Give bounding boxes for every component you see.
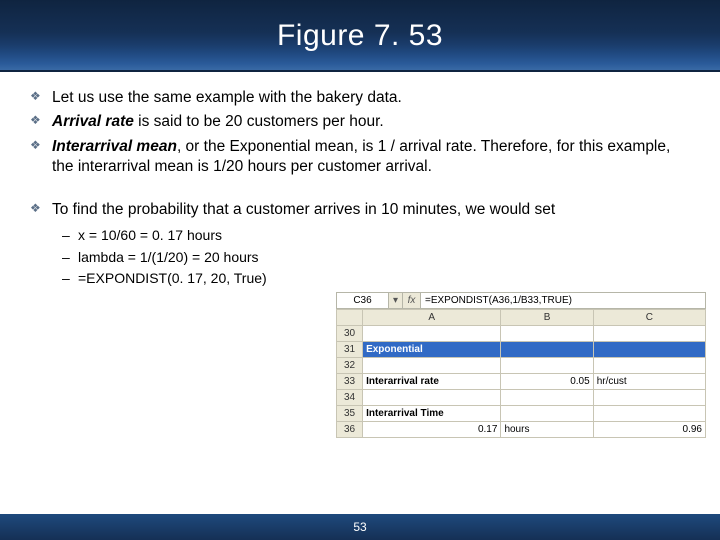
cell[interactable]: 0.05 [501,374,593,390]
row: 35 Interarrival Time [337,406,706,422]
col-header[interactable]: B [501,310,593,326]
formula-bar: C36 ▾ fx =EXPONDIST(A36,1/B33,TRUE) [336,292,706,309]
cell[interactable]: Interarrival rate [363,374,501,390]
row: 31 Exponential [337,342,706,358]
cell[interactable]: 0.96 [593,422,705,438]
col-header-row: A B C [337,310,706,326]
sub-item: x = 10/60 = 0. 17 hours [52,226,690,244]
title-underline [0,70,720,72]
cell[interactable] [363,390,501,406]
footer-band: 53 [0,514,720,540]
cell[interactable] [593,358,705,374]
cell[interactable] [501,326,593,342]
sub-text: x = 10/60 = 0. 17 hours [78,227,222,243]
row-header[interactable]: 30 [337,326,363,342]
sub-text: lambda = 1/(1/20) = 20 hours [78,249,259,265]
row-header[interactable]: 34 [337,390,363,406]
spreadsheet: A B C 30 31 Exponential 32 33 Inte [336,309,706,438]
formula-input[interactable]: =EXPONDIST(A36,1/B33,TRUE) [421,293,705,308]
cell[interactable]: Exponential [363,342,501,358]
row: 33 Interarrival rate 0.05 hr/cust [337,374,706,390]
cell[interactable] [501,390,593,406]
cell[interactable] [501,358,593,374]
cell[interactable] [593,326,705,342]
sub-list: x = 10/60 = 0. 17 hours lambda = 1/(1/20… [52,226,690,287]
row-header[interactable]: 36 [337,422,363,438]
row-header[interactable]: 32 [337,358,363,374]
row: 32 [337,358,706,374]
cell[interactable]: hr/cust [593,374,705,390]
cell[interactable] [363,358,501,374]
fx-button[interactable]: fx [403,293,421,308]
row: 30 [337,326,706,342]
row-header[interactable]: 35 [337,406,363,422]
page-number: 53 [353,520,366,534]
slide-title: Figure 7. 53 [277,19,443,53]
name-box[interactable]: C36 [337,293,389,308]
cell[interactable]: hours [501,422,593,438]
bullet-text: is said to be 20 customers per hour. [134,113,384,130]
cell[interactable] [593,390,705,406]
cell[interactable]: 0.17 [363,422,501,438]
sub-text: =EXPONDIST(0. 17, 20, True) [78,270,267,286]
name-box-dropdown[interactable]: ▾ [389,293,403,308]
row: 36 0.17 hours 0.96 [337,422,706,438]
col-header[interactable]: A [363,310,501,326]
cell[interactable] [593,342,705,358]
sub-item: =EXPONDIST(0. 17, 20, True) [52,269,690,287]
bullet-item: Interarrival mean, or the Exponential me… [30,137,690,178]
row: 34 [337,390,706,406]
sub-item: lambda = 1/(1/20) = 20 hours [52,248,690,266]
cell[interactable]: Interarrival Time [363,406,501,422]
bullet-list: Let us use the same example with the bak… [30,88,690,288]
title-band: Figure 7. 53 [0,0,720,72]
corner-cell[interactable] [337,310,363,326]
bullet-strong: Arrival rate [52,113,134,130]
cell[interactable] [501,342,593,358]
bullet-text: To find the probability that a customer … [52,201,555,218]
bullet-text: Let us use the same example with the bak… [52,89,402,106]
bullet-item: Let us use the same example with the bak… [30,88,690,108]
row-header[interactable]: 33 [337,374,363,390]
excel-snippet: C36 ▾ fx =EXPONDIST(A36,1/B33,TRUE) A B … [336,292,706,438]
bullet-strong: Interarrival mean [52,138,177,155]
col-header[interactable]: C [593,310,705,326]
bullet-item: To find the probability that a customer … [30,200,690,288]
row-header[interactable]: 31 [337,342,363,358]
bullet-item: Arrival rate is said to be 20 customers … [30,112,690,132]
cell[interactable] [501,406,593,422]
cell[interactable] [363,326,501,342]
content-area: Let us use the same example with the bak… [0,72,720,288]
cell[interactable] [593,406,705,422]
